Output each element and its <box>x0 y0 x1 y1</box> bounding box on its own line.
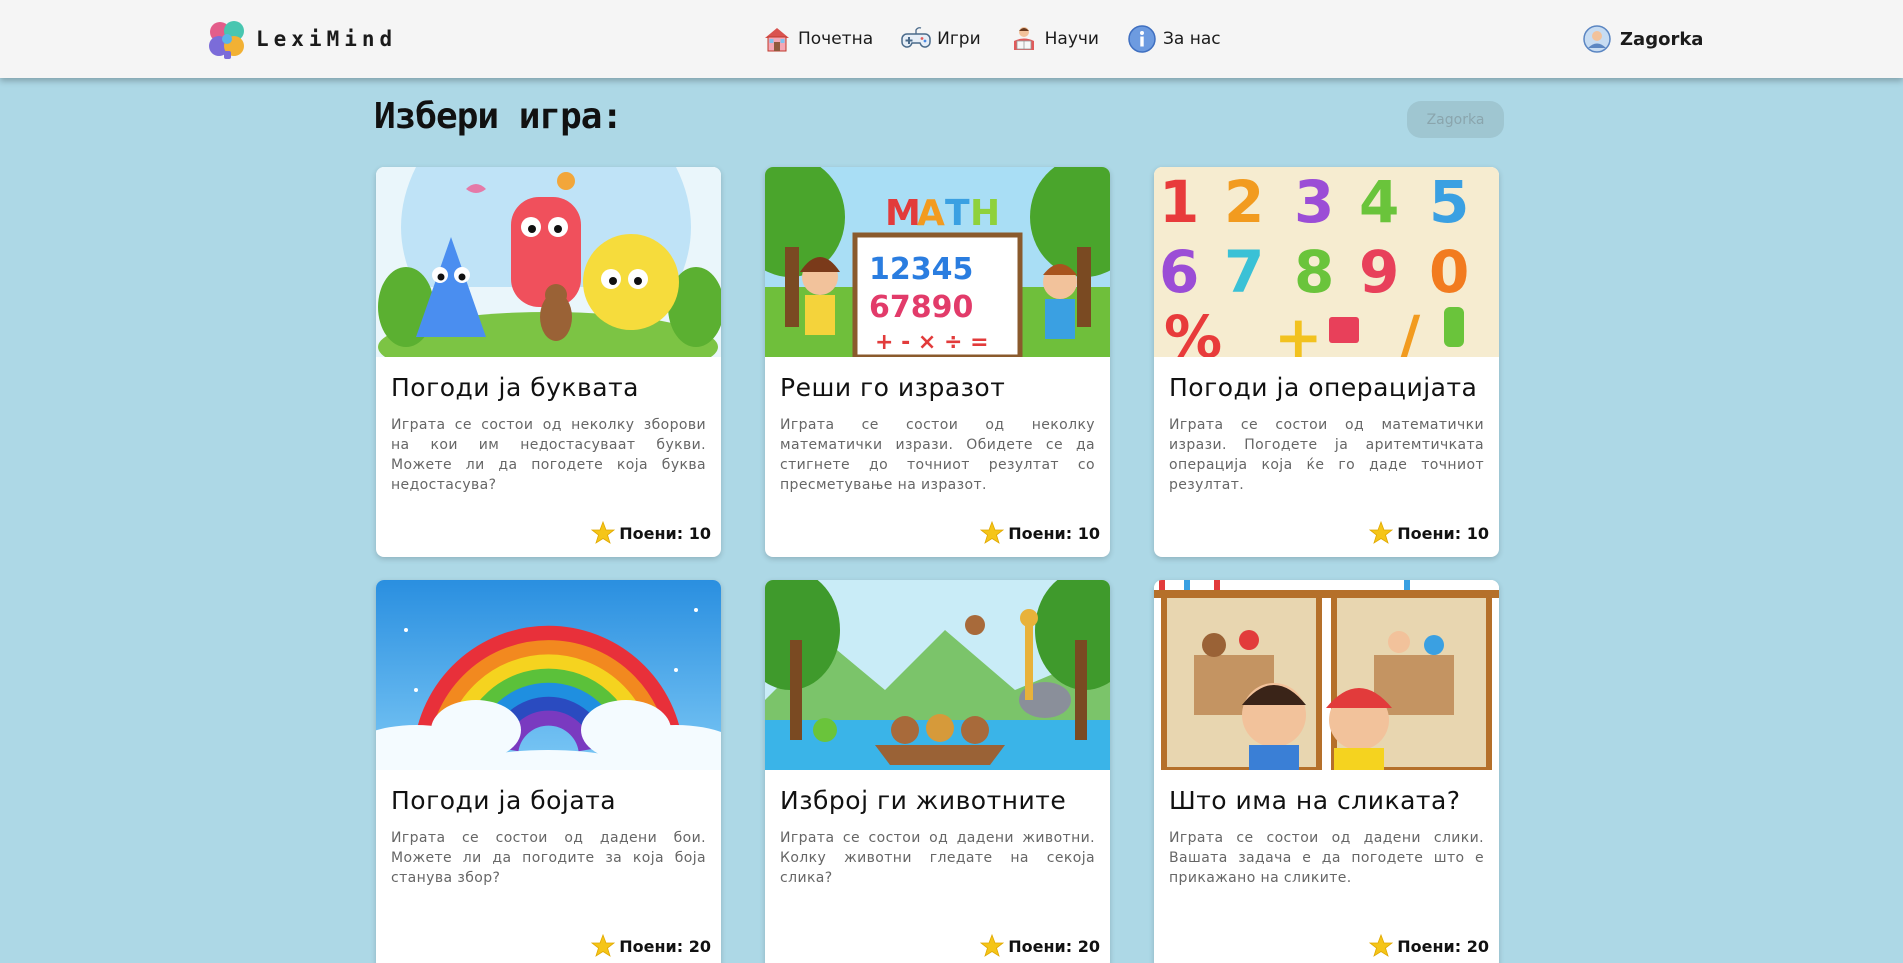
star-icon <box>591 521 616 544</box>
game-card-points: Поени: 10 <box>980 521 1100 545</box>
kids-toys-illustration <box>1154 580 1499 770</box>
svg-text:6: 6 <box>1159 238 1199 306</box>
star-icon <box>1369 521 1394 544</box>
star-icon <box>1369 934 1394 957</box>
info-icon <box>1128 25 1156 53</box>
nav-item-games[interactable]: Игри <box>901 24 981 54</box>
study-icon <box>1013 27 1034 50</box>
game-card-description: Играта се состои од неколку зборови на к… <box>391 417 706 493</box>
svg-text:+ - × ÷ =: + - × ÷ = <box>875 330 989 355</box>
navbar: LexiMind Почетна Игри Научи За нас Zagor… <box>0 0 1903 78</box>
svg-text:+: + <box>1274 303 1323 357</box>
game-card-title: Реши го изразот <box>780 373 1006 402</box>
brand-name: LexiMind <box>256 27 398 51</box>
math-board-kids-illustration: M A T H 12345 67890 + - × ÷ = <box>765 167 1110 357</box>
game-card-title: Погоди ја бојата <box>391 786 617 815</box>
brand-link[interactable]: LexiMind <box>206 18 397 60</box>
game-card-points: Поени: 20 <box>980 934 1100 958</box>
star-icon <box>980 521 1005 544</box>
game-card-points: Поени: 10 <box>1369 521 1489 545</box>
svg-text:M: M <box>885 193 921 234</box>
game-card-description: Играта се состои од математички изрази. … <box>1169 417 1484 493</box>
star-icon <box>980 934 1005 957</box>
nav-item-label: Почетна <box>798 29 874 49</box>
nav-item-learn[interactable]: Научи <box>1009 24 1099 54</box>
alphabet-letters-illustration <box>376 167 721 357</box>
svg-text:0: 0 <box>1429 238 1469 306</box>
svg-text:12345: 12345 <box>869 252 973 287</box>
game-card-count-animals[interactable]: Изброј ги животните Играта се состои од … <box>765 580 1110 963</box>
svg-text:3: 3 <box>1294 168 1334 236</box>
points-label: Поени: 10 <box>619 523 711 543</box>
nav-item-label: Научи <box>1044 29 1099 49</box>
star-icon <box>591 934 616 957</box>
svg-text:2: 2 <box>1224 168 1264 236</box>
svg-text:5: 5 <box>1429 168 1469 236</box>
svg-text:1: 1 <box>1159 168 1199 236</box>
svg-text:T: T <box>945 193 970 234</box>
rainbow-clouds-illustration <box>376 580 721 770</box>
gamepad-icon <box>901 27 931 48</box>
svg-text:A: A <box>917 193 945 234</box>
page-title: Избери игра: <box>374 96 623 137</box>
game-card-title: Погоди ја буквата <box>391 373 639 402</box>
nav-item-label: За нас <box>1162 29 1221 49</box>
game-card-guess-color[interactable]: Погоди ја бојата Играта се состои од дад… <box>376 580 721 963</box>
svg-text:4: 4 <box>1359 168 1399 236</box>
nav-links: Почетна Игри Научи За нас <box>762 22 1249 56</box>
home-icon <box>765 28 789 52</box>
game-card-description: Играта се состои од дадени животни. Колк… <box>780 830 1095 886</box>
game-card-whats-in-picture[interactable]: Што има на сликата? Играта се состои од … <box>1154 580 1499 963</box>
game-card-points: Поени: 20 <box>1369 934 1489 958</box>
colorful-numbers-illustration: 1 2 3 4 5 6 7 8 9 0 % + / <box>1154 167 1499 357</box>
svg-text:H: H <box>970 193 1000 234</box>
game-card-description: Играта се состои од неколку математички … <box>780 417 1095 493</box>
nav-item-label: Игри <box>937 29 981 49</box>
nav-item-home[interactable]: Почетна <box>762 24 873 54</box>
user-name: Zagorka <box>1620 28 1704 50</box>
game-card-title: Погоди ја операцијата <box>1169 373 1478 402</box>
game-card-points: Поени: 10 <box>591 521 711 545</box>
svg-text:/: / <box>1399 303 1421 357</box>
svg-text:%: % <box>1164 303 1222 357</box>
game-card-guess-letter[interactable]: Погоди ја буквата Играта се состои од не… <box>376 167 721 557</box>
points-label: Поени: 10 <box>1008 523 1100 543</box>
game-card-title: Што има на сликата? <box>1169 786 1461 815</box>
svg-text:67890: 67890 <box>869 290 973 325</box>
game-card-solve-expression[interactable]: M A T H 12345 67890 + - × ÷ = Реши го из… <box>765 167 1110 557</box>
points-label: Поени: 10 <box>1397 523 1489 543</box>
game-card-description: Играта се состои од дадени бои. Можете л… <box>391 830 706 886</box>
game-card-description: Играта се состои од дадени слики. Вашата… <box>1169 830 1484 886</box>
points-label: Поени: 20 <box>1397 936 1489 956</box>
user-avatar-icon <box>1583 25 1611 53</box>
puzzle-brain-logo-icon <box>209 21 244 59</box>
svg-text:9: 9 <box>1359 238 1399 306</box>
points-label: Поени: 20 <box>1008 936 1100 956</box>
svg-text:7: 7 <box>1224 238 1264 306</box>
jungle-animals-illustration <box>765 580 1110 770</box>
svg-text:8: 8 <box>1294 238 1334 306</box>
game-card-points: Поени: 20 <box>591 934 711 958</box>
user-pill-button[interactable]: Zagorka <box>1407 101 1504 138</box>
user-profile-link[interactable]: Zagorka <box>1582 22 1703 56</box>
game-card-guess-operation[interactable]: 1 2 3 4 5 6 7 8 9 0 % + / Погоди ја опер… <box>1154 167 1499 557</box>
game-card-title: Изброј ги животните <box>780 786 1067 815</box>
points-label: Поени: 20 <box>619 936 711 956</box>
nav-item-about[interactable]: За нас <box>1127 24 1221 54</box>
